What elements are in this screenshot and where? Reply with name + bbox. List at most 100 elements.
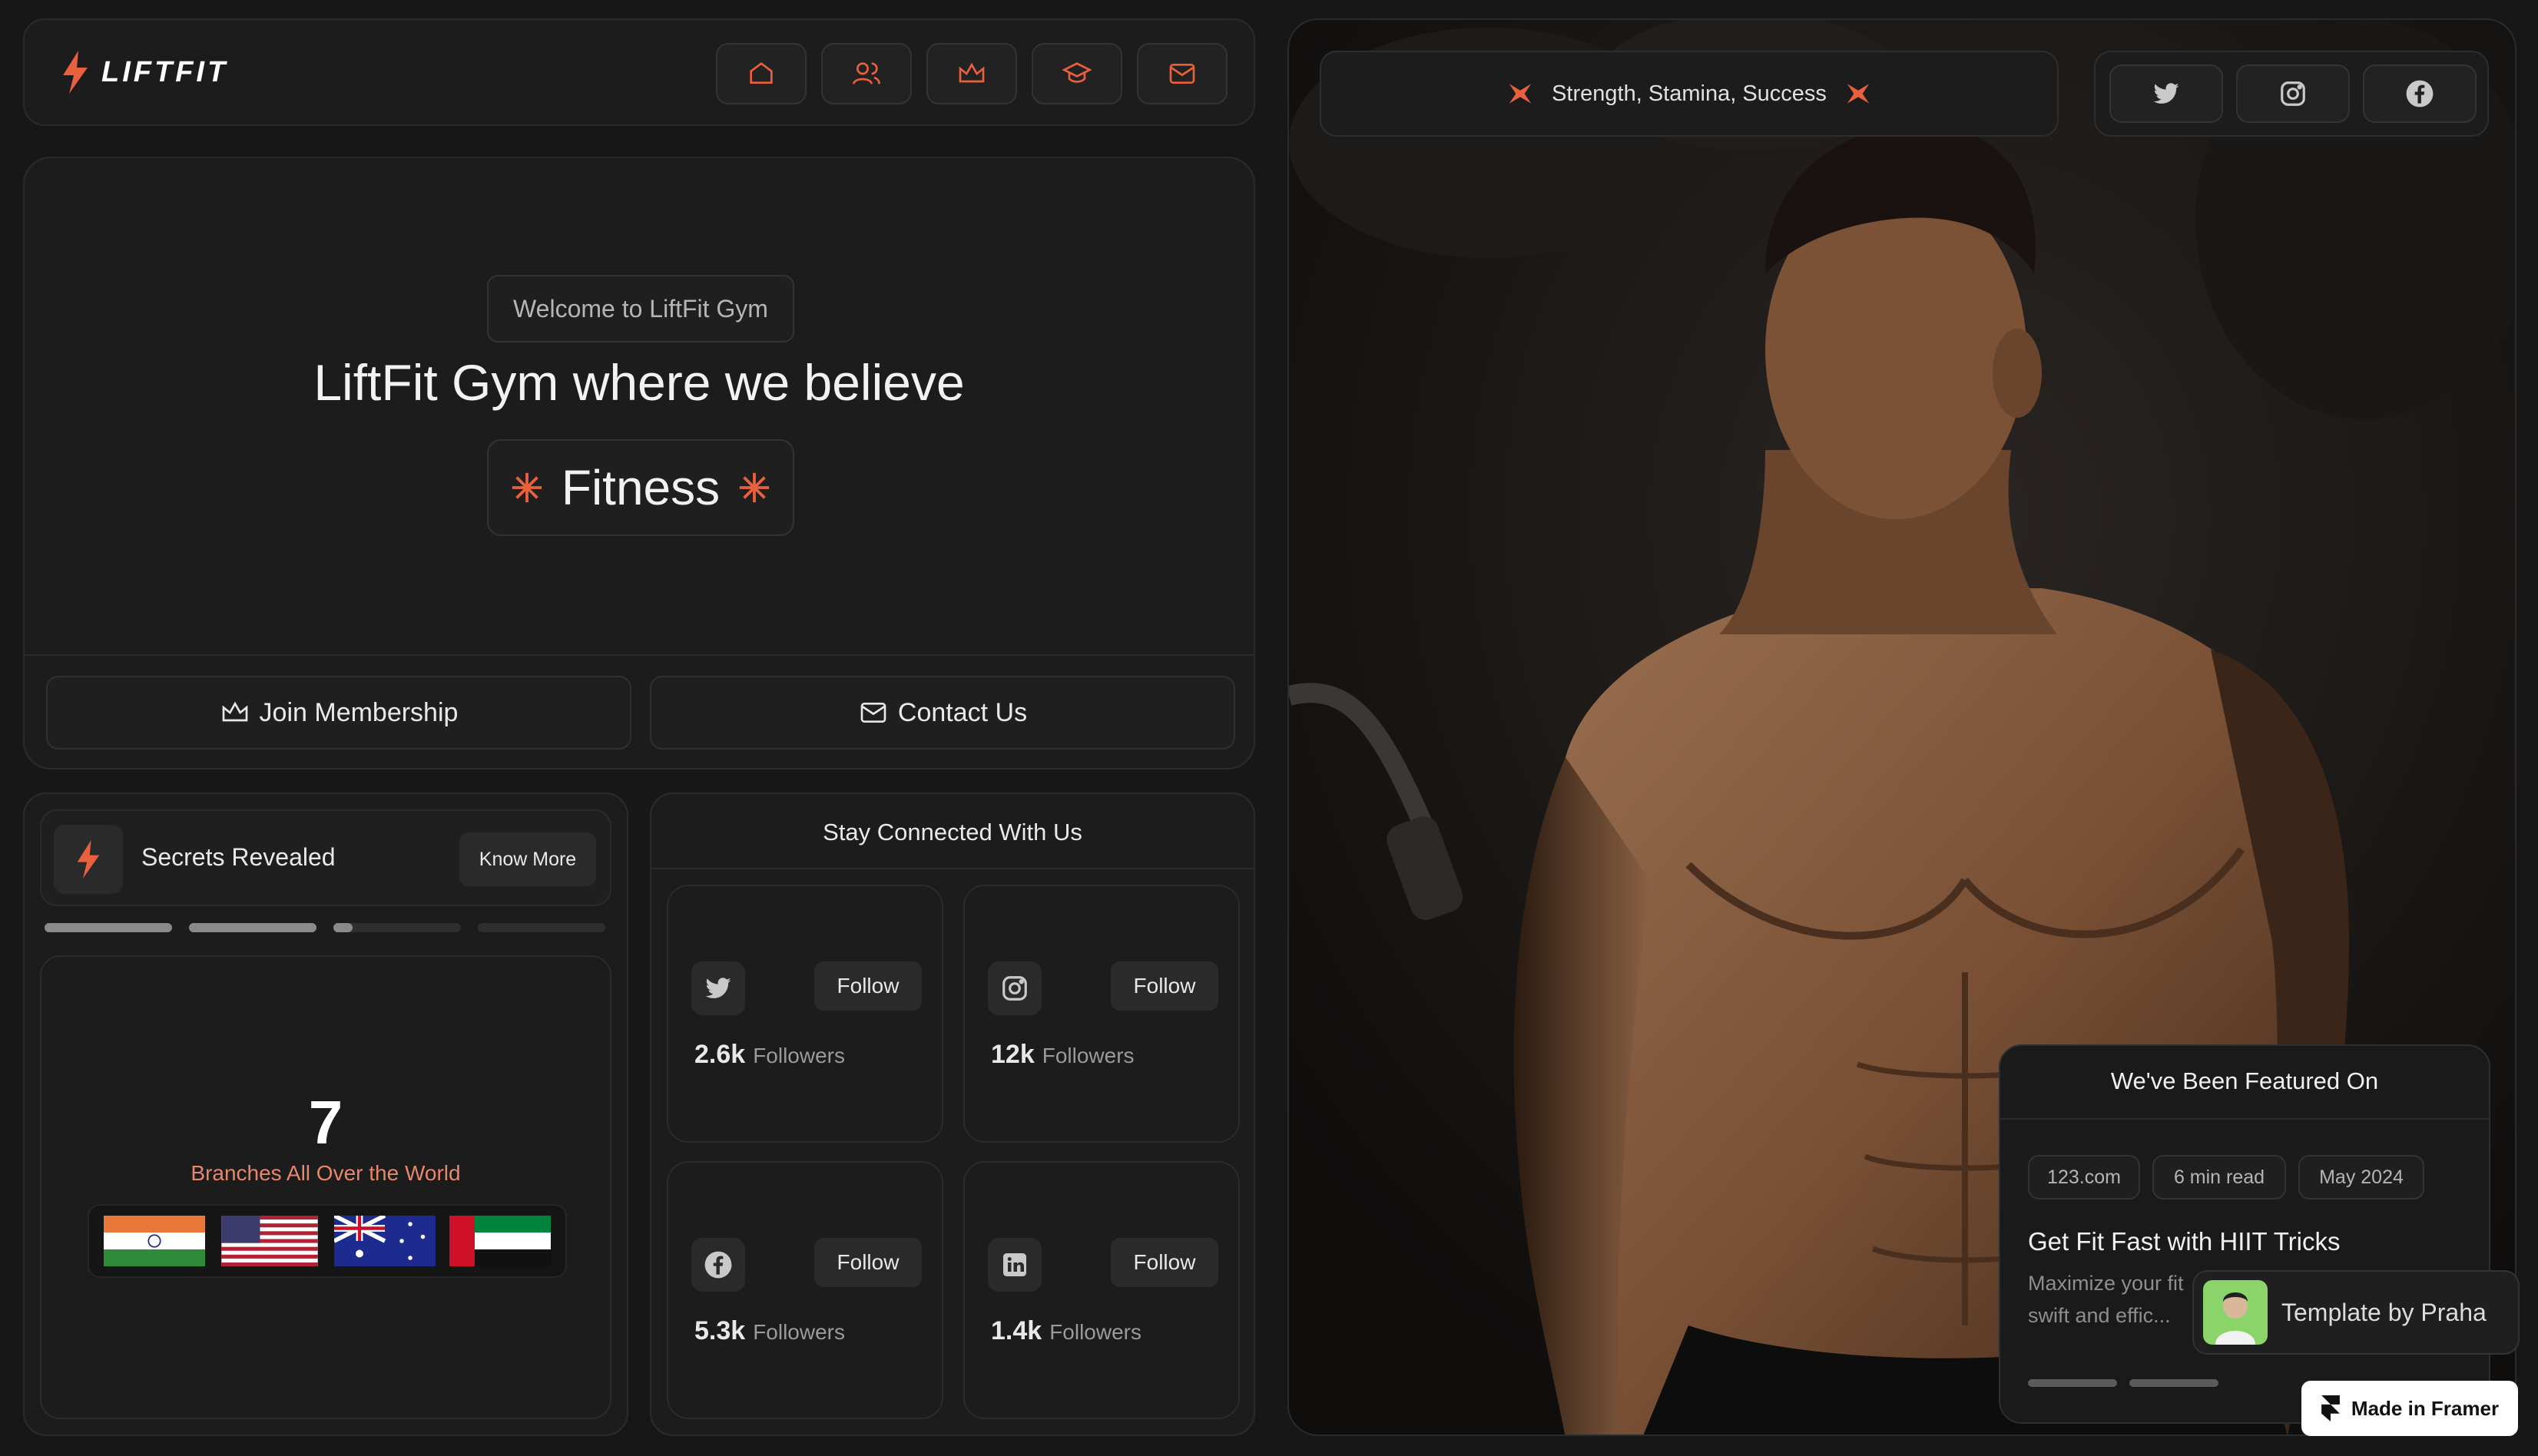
article-title[interactable]: Get Fit Fast with HIIT Tricks	[2028, 1227, 2340, 1256]
top-nav-bar: LIFTFIT	[23, 18, 1255, 126]
made-in-framer-badge[interactable]: Made in Framer	[2301, 1381, 2518, 1436]
contact-us-button[interactable]: Contact Us	[650, 676, 1235, 750]
secrets-progress-fill	[45, 923, 172, 932]
follow-linkedin-button[interactable]: Follow	[1111, 1238, 1218, 1287]
secrets-progress-fill	[333, 923, 353, 932]
tag-text: May 2024	[2319, 1166, 2404, 1188]
branches-panel: 7 Branches All Over the World	[40, 955, 611, 1419]
uae-flag-icon	[449, 1216, 551, 1266]
photo-social-group	[2094, 51, 2489, 137]
flags-row	[88, 1204, 567, 1278]
fitness-highlight: Fitness	[487, 439, 794, 536]
article-excerpt-line2: swift and effic...	[2028, 1304, 2171, 1327]
facebook-link-button[interactable]	[2363, 65, 2477, 123]
twitter-icon	[705, 978, 731, 998]
contact-label: Contact Us	[897, 697, 1028, 727]
featured-divider	[2000, 1118, 2489, 1120]
tag-text: 6 min read	[2173, 1166, 2265, 1188]
followers-label: Followers	[1049, 1320, 1141, 1344]
instagram-link-button[interactable]	[2236, 65, 2350, 123]
australia-flag-icon	[334, 1216, 436, 1266]
count-value: 2.6k	[694, 1040, 746, 1069]
nav-home-button[interactable]	[716, 43, 807, 104]
followers-label: Followers	[753, 1320, 845, 1344]
follow-instagram-button[interactable]: Follow	[1111, 961, 1218, 1011]
facebook-card: Follow 5.3k Followers	[667, 1161, 943, 1419]
crown-icon	[959, 62, 985, 83]
count-value: 5.3k	[694, 1316, 746, 1345]
instagram-icon	[1002, 976, 1027, 1001]
secrets-row: Secrets Revealed Know More	[40, 809, 611, 906]
template-by-text: Template by Praha	[2281, 1298, 2487, 1326]
article-excerpt-line1: Maximize your fit	[2028, 1272, 2184, 1295]
logo-text: LIFTFIT	[101, 55, 229, 88]
social-title: Stay Connected With Us	[823, 819, 1082, 845]
branches-label: Branches All Over the World	[191, 1161, 461, 1185]
bolt-icon	[63, 51, 88, 94]
welcome-badge: Welcome to LiftFit Gym	[487, 275, 794, 342]
follow-facebook-button[interactable]: Follow	[814, 1238, 922, 1287]
secrets-progress-bar	[478, 923, 605, 932]
featured-tag: 123.com	[2028, 1155, 2140, 1200]
secrets-progress-bar	[189, 923, 316, 932]
nav-users-button[interactable]	[821, 43, 912, 104]
facebook-followers: 5.3k Followers	[694, 1316, 845, 1346]
instagram-followers: 12k Followers	[991, 1040, 1135, 1070]
graduation-cap-icon	[1062, 62, 1092, 83]
hero-headline: LiftFit Gym where we believe	[313, 354, 965, 411]
secrets-progress-bar	[45, 923, 172, 932]
nav-training-button[interactable]	[1032, 43, 1122, 104]
hero-photo-panel: Strength, Stamina, Success We've Been Fe…	[1287, 18, 2516, 1436]
join-label: Join Membership	[259, 697, 459, 727]
social-divider	[651, 868, 1254, 869]
featured-progress	[2129, 1379, 2218, 1387]
secrets-progress-fill	[189, 923, 316, 932]
template-by-badge[interactable]: Template by Praha	[2192, 1270, 2520, 1355]
secrets-bolt-box	[54, 825, 123, 894]
count-value: 12k	[991, 1040, 1035, 1069]
hero-card: Welcome to LiftFit Gym LiftFit Gym where…	[23, 157, 1255, 769]
follow-label: Follow	[837, 974, 900, 998]
sparkle-icon	[739, 472, 770, 503]
fitness-text: Fitness	[561, 460, 721, 515]
bolt-icon	[77, 840, 100, 879]
logo[interactable]: LIFTFIT	[60, 51, 228, 94]
followers-label: Followers	[753, 1044, 845, 1067]
featured-tag: May 2024	[2298, 1155, 2424, 1200]
featured-card: We've Been Featured On 123.com 6 min rea…	[1999, 1044, 2490, 1424]
know-more-button[interactable]: Know More	[459, 832, 596, 886]
secrets-card: Secrets Revealed Know More 7 Branches Al…	[23, 793, 628, 1436]
nav-mail-button[interactable]	[1137, 43, 1228, 104]
home-icon	[750, 62, 773, 84]
usa-flag-icon	[221, 1216, 318, 1266]
twitter-icon	[2153, 83, 2179, 104]
instagram-card: Follow 12k Followers	[963, 885, 1240, 1143]
secrets-title: Secrets Revealed	[141, 843, 336, 871]
sparkle-icon	[512, 472, 542, 503]
instagram-icon	[2281, 81, 2305, 106]
tagline-text: Strength, Stamina, Success	[1552, 81, 1827, 106]
tag-text: 123.com	[2047, 1166, 2121, 1188]
count-value: 1.4k	[991, 1316, 1042, 1345]
follow-twitter-button[interactable]: Follow	[814, 961, 922, 1011]
featured-tag: 6 min read	[2152, 1155, 2286, 1200]
avatar	[2203, 1280, 2268, 1345]
follow-label: Follow	[1133, 1250, 1196, 1274]
nav-membership-button[interactable]	[926, 43, 1017, 104]
branches-count: 7	[308, 1088, 343, 1157]
follow-label: Follow	[837, 1250, 900, 1274]
twitter-card: Follow 2.6k Followers	[667, 885, 943, 1143]
linkedin-followers: 1.4k Followers	[991, 1316, 1141, 1346]
facebook-icon	[704, 1251, 732, 1279]
mail-icon	[860, 703, 886, 723]
twitter-link-button[interactable]	[2109, 65, 2223, 123]
linkedin-card: Follow 1.4k Followers	[963, 1161, 1240, 1419]
mail-icon	[1169, 64, 1195, 84]
facebook-icon	[2406, 80, 2434, 108]
users-icon	[853, 62, 880, 84]
follow-label: Follow	[1133, 974, 1196, 998]
join-membership-button[interactable]: Join Membership	[46, 676, 631, 750]
india-flag-icon	[104, 1216, 205, 1266]
framer-icon	[2321, 1395, 2340, 1421]
featured-title: We've Been Featured On	[2110, 1067, 2379, 1094]
